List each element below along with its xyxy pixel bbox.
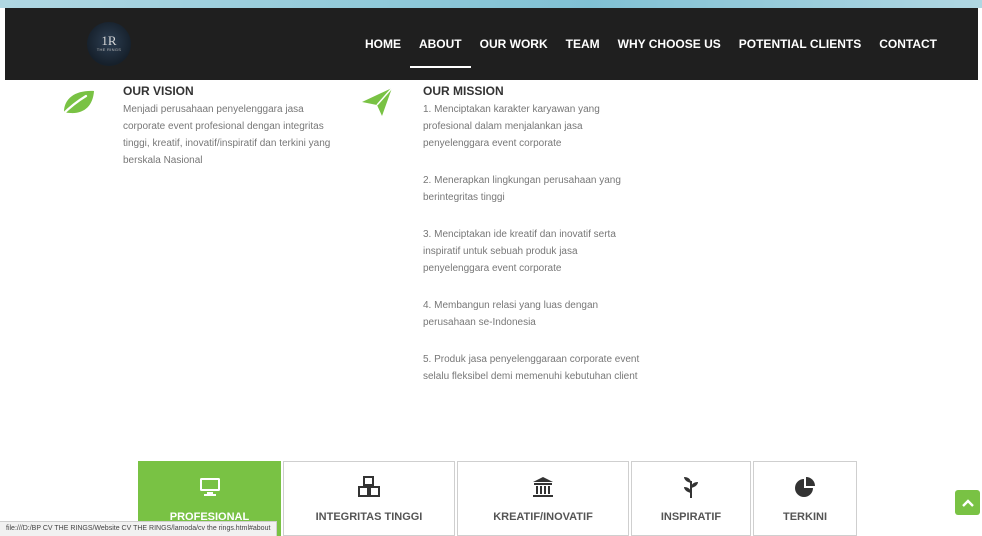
mission-point: 3. Menciptakan ide kreatif dan inovatif … [423,229,616,274]
mission-title: OUR MISSION [423,84,504,98]
main-nav: HOME ABOUT OUR WORK TEAM WHY CHOOSE US P… [356,8,946,80]
chevron-up-icon [961,494,974,512]
mission-point: 1. Menciptakan karakter karyawan yang pr… [423,104,600,149]
nav-about[interactable]: ABOUT [409,8,471,80]
mission-point: 4. Membangun relasi yang luas dengan per… [423,300,599,328]
browser-status-bar: file:///D:/BP CV THE RINGS/Website CV TH… [0,521,278,536]
nav-our-work[interactable]: OUR WORK [471,8,557,80]
brand-logo[interactable]: 1R THE RINGS [87,22,131,66]
mission-list: 1. Menciptakan karakter karyawan yang pr… [423,101,641,405]
nav-home[interactable]: HOME [356,8,410,80]
institution-icon [532,474,554,500]
feature-tab-kreatif-inovatif[interactable]: KREATIF/INOVATIF [457,461,629,536]
feature-tab-terkini[interactable]: TERKINI [753,461,857,536]
nav-contact[interactable]: CONTACT [870,8,946,80]
mission-point: 2. Menerapkan lingkungan perusahaan yang… [423,175,621,203]
feature-tab-integritas-tinggi[interactable]: INTEGRITAS TINGGI [283,461,455,536]
cubes-icon [357,474,381,500]
mission-point: 5. Produk jasa penyelenggaraan corporate… [423,354,640,382]
pie-chart-icon [794,474,816,500]
nav-why-choose-us[interactable]: WHY CHOOSE US [609,8,730,80]
plant-icon [680,474,702,500]
feature-label: INSPIRATIF [660,511,722,523]
feature-label: TERKINI [783,511,827,523]
scroll-to-top-button[interactable] [955,490,980,515]
feature-tab-inspiratif[interactable]: INSPIRATIF [631,461,751,536]
feature-label: INTEGRITAS TINGGI [315,511,423,523]
vision-title: OUR VISION [123,84,194,98]
logo-subtitle: THE RINGS [96,47,122,52]
paper-plane-icon [360,86,394,123]
top-accent-strip [0,0,982,8]
leaf-icon [60,88,96,121]
navbar: 1R THE RINGS HOME ABOUT OUR WORK TEAM WH… [5,8,978,80]
logo-mark: 1R [101,33,117,48]
nav-team[interactable]: TEAM [557,8,609,80]
vision-text: Menjadi perusahaan penyelenggara jasa co… [123,104,331,166]
desktop-icon [199,474,221,500]
feature-label: KREATIF/INOVATIF [493,511,593,523]
nav-potential-clients[interactable]: POTENTIAL CLIENTS [730,8,870,80]
